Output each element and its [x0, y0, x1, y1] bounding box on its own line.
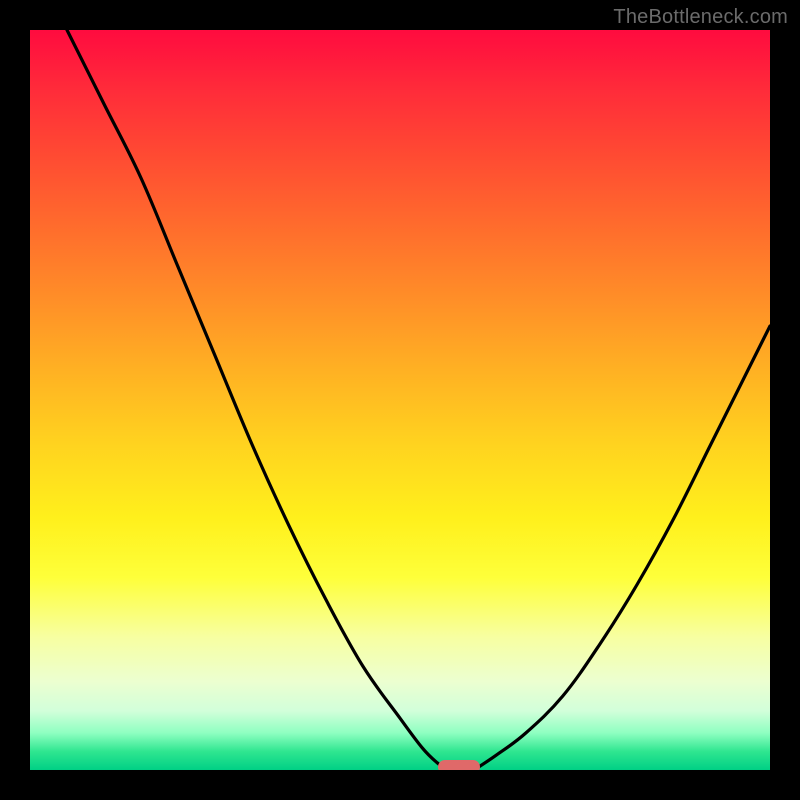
chart-frame: TheBottleneck.com: [0, 0, 800, 800]
plot-area: [30, 30, 770, 770]
curve-left: [67, 30, 448, 770]
watermark-text: TheBottleneck.com: [613, 6, 788, 29]
optimal-marker: [438, 760, 480, 770]
bottleneck-curve: [30, 30, 770, 770]
curve-right: [474, 326, 770, 770]
